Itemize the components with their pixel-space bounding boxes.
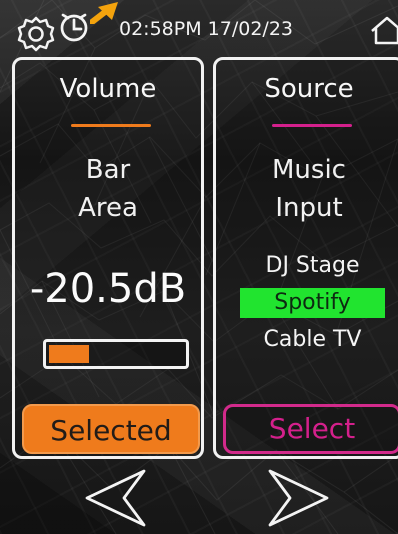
area-name-line-2: Area [78,193,138,223]
status-bar: 02:58PM 17/02/23 [0,0,398,52]
current-time: 02:58PM [119,18,202,40]
area-name-line-1: Bar [85,155,131,185]
current-date: 17/02/23 [207,18,293,40]
source-title-divider [272,124,352,127]
home-icon[interactable] [369,15,398,45]
volume-level-bar[interactable] [43,339,189,369]
source-title: Source [264,74,354,104]
source-option-dj-stage[interactable]: DJ Stage [240,251,385,281]
volume-db-value: -20.5dB [29,266,187,312]
source-panel: Source Music Input DJ Stage Spotify Cabl… [213,57,398,459]
chevron-left-icon[interactable] [79,467,149,529]
selected-button[interactable]: Selected [22,404,200,454]
volume-level-fill [49,345,90,363]
source-label-line-2: Input [275,193,343,223]
volume-panel: Volume Bar Area -20.5dB Selected [12,57,204,459]
source-option-cable-tv[interactable]: Cable TV [240,325,385,355]
time-date-display: 02:58PM 17/02/23 [119,16,293,42]
gear-icon[interactable] [16,14,56,54]
clock-icon[interactable] [57,11,91,45]
volume-title: Volume [59,74,157,104]
volume-title-divider [71,124,151,127]
audio-control-screen: 02:58PM 17/02/23 Volume Bar Area -20.5dB… [0,0,398,534]
chevron-right-icon[interactable] [265,467,335,529]
source-label-line-1: Music [272,155,346,185]
select-button[interactable]: Select [223,404,398,454]
source-option-spotify[interactable]: Spotify [240,288,385,318]
